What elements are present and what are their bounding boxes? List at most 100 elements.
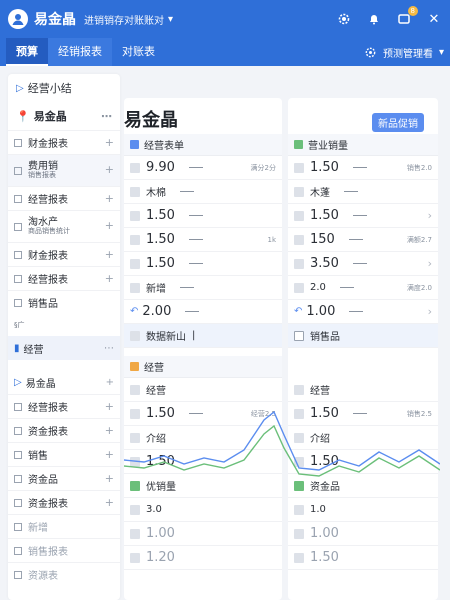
table-row[interactable]: ↶ 2.00 [124, 300, 282, 324]
tab-reconciliation[interactable]: 对账表 [112, 38, 165, 66]
checkbox[interactable] [14, 138, 22, 147]
checkbox[interactable] [294, 282, 304, 293]
center-panel-header[interactable]: 经营表单 [124, 134, 282, 156]
plus-icon[interactable]: + [105, 472, 114, 485]
sidebar-item[interactable]: 资金报表 + [8, 418, 120, 442]
bell-icon[interactable] [366, 11, 382, 27]
table-row[interactable]: 新增 [124, 276, 282, 300]
checkbox[interactable] [14, 450, 22, 459]
more-icon[interactable]: ⋯ [101, 110, 112, 123]
checkbox[interactable] [14, 402, 22, 411]
close-icon[interactable]: ✕ [426, 11, 442, 27]
checkbox[interactable] [294, 504, 304, 515]
sidebar-item[interactable]: 资源表 [8, 562, 120, 586]
checkbox[interactable] [14, 546, 22, 555]
sidebar-item[interactable]: 财金报表 + [8, 242, 120, 266]
table-row[interactable]: 9.90 满分2分 [124, 156, 282, 180]
sidebar-item[interactable]: 经营报表 + [8, 266, 120, 290]
table-row[interactable]: 1.20 [124, 546, 282, 570]
sidebar-group[interactable]: ▮ 经营 ⋯ [8, 336, 120, 360]
sidebar-item[interactable]: 资金报表 + [8, 490, 120, 514]
forecast-menu[interactable]: 预测管理看 ▾ [364, 45, 444, 60]
plus-icon[interactable]: + [105, 164, 114, 176]
table-row[interactable]: 1.50 1k [124, 228, 282, 252]
checkbox[interactable] [294, 552, 304, 563]
checkbox[interactable] [14, 194, 22, 203]
table-row[interactable]: 1.00 [288, 522, 438, 546]
checkbox[interactable] [130, 186, 140, 197]
checkbox[interactable] [130, 528, 140, 539]
checkbox[interactable] [294, 258, 304, 269]
sidebar-header[interactable]: ▷ 经营小结 [8, 74, 120, 102]
sidebar-item[interactable]: 资金品 + [8, 466, 120, 490]
checkbox[interactable] [14, 250, 22, 259]
plus-icon[interactable]: + [105, 448, 114, 461]
checkbox[interactable] [130, 552, 140, 563]
promo-tag[interactable]: 新品促销 [372, 113, 424, 132]
sidebar-item[interactable]: 财金报表 + [8, 130, 120, 154]
checkbox[interactable] [294, 330, 304, 341]
checkbox[interactable] [294, 186, 304, 197]
right-panel-header[interactable]: 营业销量 [288, 134, 438, 156]
table-row[interactable]: 1.50 [124, 204, 282, 228]
chevron-right-icon[interactable]: › [428, 305, 432, 318]
tab-sales-report[interactable]: 经销报表 [48, 38, 112, 66]
chevron-right-icon[interactable]: › [428, 209, 432, 222]
plus-icon[interactable]: + [105, 496, 114, 509]
sidebar-item[interactable]: 淘水产 商品销售统计 + [8, 210, 120, 242]
table-row[interactable]: 木棉 [124, 180, 282, 204]
table-row[interactable]: 1.50 [124, 252, 282, 276]
table-row[interactable]: ↶ 1.00 › [288, 300, 438, 324]
gear-icon[interactable] [336, 11, 352, 27]
table-row[interactable]: 3.50 › [288, 252, 438, 276]
checkbox[interactable] [294, 210, 304, 221]
checkbox[interactable] [14, 474, 22, 483]
checkbox[interactable] [14, 222, 22, 231]
checkbox[interactable] [294, 162, 304, 173]
checkbox[interactable] [294, 528, 304, 539]
checkbox[interactable] [14, 298, 22, 307]
checkbox[interactable] [14, 166, 22, 175]
chevron-down-icon[interactable]: ▾ [168, 14, 173, 25]
message-icon[interactable]: 8 [396, 6, 418, 27]
avatar[interactable] [8, 9, 28, 29]
plus-icon[interactable]: + [105, 248, 114, 261]
table-row[interactable]: 150 满额2.7 [288, 228, 438, 252]
table-row[interactable]: 1.0 [288, 498, 438, 522]
sidebar-item[interactable]: 经营报表 + [8, 186, 120, 210]
sidebar-item[interactable]: 销售品 [8, 290, 120, 314]
sidebar-item[interactable]: 经营报表 + [8, 394, 120, 418]
checkbox[interactable] [294, 234, 304, 245]
center-section-header[interactable]: 经营 [124, 356, 282, 378]
checkbox[interactable] [130, 162, 140, 173]
plus-icon[interactable]: + [105, 136, 114, 149]
checkbox[interactable] [130, 258, 140, 269]
table-row[interactable]: 2.0 满度2.0 [288, 276, 438, 300]
sidebar-item[interactable]: 销售报表 [8, 538, 120, 562]
checkbox[interactable] [130, 504, 140, 515]
sidebar-item[interactable]: 销售 + [8, 442, 120, 466]
checkbox[interactable] [130, 282, 140, 293]
plus-icon[interactable]: + [105, 424, 114, 437]
plus-icon[interactable]: + [106, 377, 114, 388]
checkbox[interactable] [130, 234, 140, 245]
table-row[interactable]: 1.50 › [288, 204, 438, 228]
more-icon[interactable]: ⋯ [104, 343, 114, 354]
checkbox[interactable] [14, 426, 22, 435]
table-row[interactable]: 1.00 [124, 522, 282, 546]
checkbox[interactable] [14, 570, 22, 579]
checkbox[interactable] [130, 330, 140, 341]
tab-budget[interactable]: 预算 [6, 38, 48, 66]
checkbox[interactable] [130, 210, 140, 221]
sidebar-group[interactable]: ▷ 易金晶 + [8, 370, 120, 394]
checkbox[interactable] [14, 274, 22, 283]
sidebar-item[interactable]: 费用销 销售报表 + [8, 154, 120, 186]
table-row[interactable]: 1.50 销售2.0 [288, 156, 438, 180]
table-row[interactable]: 销售品 [288, 324, 438, 348]
chevron-right-icon[interactable]: › [428, 257, 432, 270]
app-subtitle[interactable]: 进销销存对账账对 [84, 12, 164, 27]
checkbox[interactable] [14, 522, 22, 531]
plus-icon[interactable]: + [105, 192, 114, 205]
plus-icon[interactable]: + [105, 400, 114, 413]
table-row[interactable]: 1.50 [288, 546, 438, 570]
